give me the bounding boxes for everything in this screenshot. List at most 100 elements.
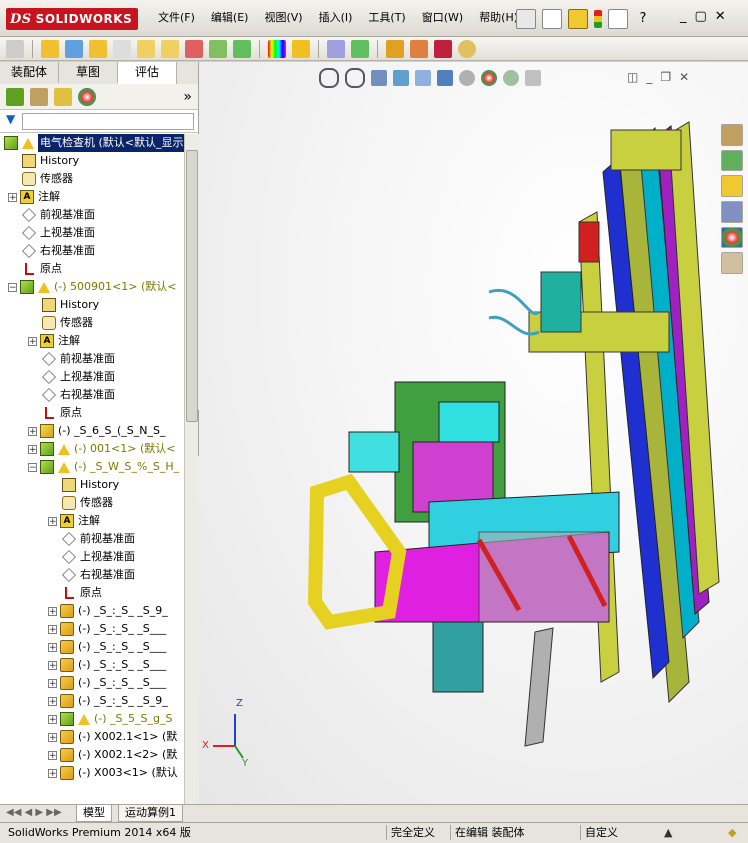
tree-item[interactable]: 右视基准面 (42, 386, 115, 404)
tree-item[interactable]: + (-) _S_:_S_ _S_9_ (48, 602, 168, 620)
options-gear-icon[interactable] (608, 9, 628, 29)
expand-toggle[interactable]: + (48, 678, 57, 688)
custom-properties-icon[interactable] (721, 252, 743, 275)
tree-item[interactable]: 右视基准面 (22, 242, 95, 260)
view-palette-icon[interactable] (721, 201, 743, 223)
toolbar-options-icon[interactable] (6, 39, 24, 58)
tree-item[interactable]: 前视基准面 (62, 530, 135, 548)
tab-motion-study[interactable]: 运动算例1 (118, 805, 183, 822)
tree-item[interactable]: + A 注解 (28, 332, 80, 350)
tree-item[interactable]: 传感器 (62, 494, 113, 512)
menu-tools[interactable]: 工具(T) (360, 0, 413, 36)
rebuild-traffic-light-icon[interactable] (594, 10, 602, 28)
tree-item[interactable]: 前视基准面 (22, 206, 95, 224)
menu-file[interactable]: 文件(F) (150, 0, 203, 36)
measure-icon[interactable] (65, 39, 83, 58)
design-check-icon[interactable] (434, 39, 452, 58)
status-units[interactable]: 自定义 (580, 825, 622, 840)
tag-icon[interactable]: ◆ (724, 825, 740, 840)
tree-item[interactable]: − (-) _S_W_S_%_S_H_ (28, 458, 179, 476)
pin-icon[interactable] (516, 9, 536, 29)
tree-item[interactable]: + (-) _S_6_S_(_S_N_S_ (28, 422, 166, 440)
close-button[interactable]: ✕ (715, 9, 726, 24)
tree-item[interactable]: 前视基准面 (42, 350, 115, 368)
display-manager-icon[interactable] (78, 87, 96, 106)
open-folder-icon[interactable] (568, 9, 588, 29)
performance-icon[interactable] (185, 39, 203, 58)
expand-toggle[interactable]: + (48, 732, 57, 742)
tree-item[interactable]: + (-) 001<1> (默认< (28, 440, 175, 458)
new-document-icon[interactable] (542, 9, 562, 29)
file-explorer-icon[interactable] (721, 175, 743, 198)
configuration-manager-icon[interactable] (54, 87, 72, 106)
units-dropdown-icon[interactable]: ▲ (660, 825, 676, 840)
balance-icon[interactable] (137, 39, 155, 58)
tree-item[interactable]: 右视基准面 (62, 566, 135, 584)
sustainability-icon[interactable] (458, 39, 476, 58)
tree-item[interactable]: + A 注解 (48, 512, 100, 530)
interference-icon[interactable] (209, 39, 227, 58)
appearances-icon[interactable] (721, 226, 743, 249)
solidworks-logo[interactable]: DS SOLIDWORKS (6, 8, 139, 30)
tree-item[interactable]: + (-) X003<1> (默认 (48, 764, 178, 782)
tree-item[interactable]: 传感器 (22, 170, 73, 188)
tree-item[interactable]: + (-) _S_:_S_ _S___ (48, 674, 166, 692)
expand-toggle[interactable]: + (48, 750, 57, 760)
assembly-model-render[interactable] (199, 62, 748, 804)
tab-sketch[interactable]: 草图 (59, 62, 118, 83)
sensor-icon[interactable] (161, 39, 179, 58)
tab-scroll-arrows-icon[interactable]: ◀◀ ◀ ▶ ▶▶ (6, 807, 62, 818)
warning-icon[interactable] (292, 39, 310, 58)
assembly-icon[interactable] (41, 39, 59, 58)
expand-toggle[interactable]: + (28, 444, 37, 454)
tree-root[interactable]: 电气检查机 (默认<默认_显示状态-1>) (4, 134, 184, 152)
tab-assembly[interactable]: 装配体 (0, 62, 59, 83)
collapse-toggle[interactable]: − (28, 462, 37, 472)
tree-item[interactable]: History (42, 296, 99, 314)
expand-chevron-icon[interactable]: » (183, 89, 192, 105)
help-icon[interactable]: ? (634, 10, 652, 28)
tree-item[interactable]: + (-) _S_:_S_ _S___ (48, 638, 166, 656)
menu-insert[interactable]: 插入(I) (311, 0, 361, 36)
filter-input[interactable] (22, 113, 194, 130)
tree-item[interactable]: History (22, 152, 79, 170)
tree-item[interactable]: 传感器 (42, 314, 93, 332)
tree-item[interactable]: 原点 (22, 260, 62, 278)
menu-view[interactable]: 视图(V) (256, 0, 310, 36)
tree-item[interactable]: + (-) _S_:_S_ _S___ (48, 620, 166, 638)
tree-item[interactable]: + (-) _S_:_S_ _S_9_ (48, 692, 168, 710)
feature-tree-icon[interactable] (6, 87, 24, 106)
mass-properties-icon[interactable] (89, 39, 107, 58)
clearance-icon[interactable] (233, 39, 251, 58)
tree-item[interactable]: + (-) _S_:_S_ _S___ (48, 656, 166, 674)
compare-icon[interactable] (327, 39, 345, 58)
expand-toggle[interactable]: + (48, 660, 57, 670)
tree-item[interactable]: 原点 (42, 404, 82, 422)
tree-item[interactable]: − (-) 500901<1> (默认< (8, 278, 176, 296)
minimize-button[interactable]: _ (680, 9, 687, 24)
check-icon[interactable] (351, 39, 369, 58)
tree-item[interactable]: + (-) X002.1<2> (默 (48, 746, 177, 764)
design-library-icon[interactable] (721, 149, 743, 172)
section-properties-icon[interactable] (113, 39, 131, 58)
tab-evaluate[interactable]: 评估 (118, 62, 177, 84)
costing-icon[interactable] (410, 39, 428, 58)
tree-item[interactable]: History (62, 476, 119, 494)
resources-icon[interactable] (721, 124, 743, 146)
collapse-toggle[interactable]: − (8, 282, 17, 292)
tab-model[interactable]: 模型 (76, 805, 112, 822)
tree-item[interactable]: + (-) X002.1<1> (默 (48, 728, 177, 746)
restore-button[interactable]: ▢ (695, 9, 707, 24)
expand-toggle[interactable]: + (48, 768, 57, 778)
tree-item[interactable]: 上视基准面 (62, 548, 135, 566)
expand-toggle[interactable]: + (48, 642, 57, 652)
tree-item[interactable]: 上视基准面 (42, 368, 115, 386)
tree-item[interactable]: 原点 (62, 584, 102, 602)
expand-toggle[interactable]: + (8, 192, 17, 202)
menu-window[interactable]: 窗口(W) (414, 0, 471, 36)
expand-toggle[interactable]: + (48, 696, 57, 706)
tree-item[interactable]: + (-) _S_5_S_g_S (48, 710, 172, 728)
menu-edit[interactable]: 编辑(E) (203, 0, 257, 36)
expand-toggle[interactable]: + (48, 714, 57, 724)
expand-toggle[interactable]: + (48, 624, 57, 634)
